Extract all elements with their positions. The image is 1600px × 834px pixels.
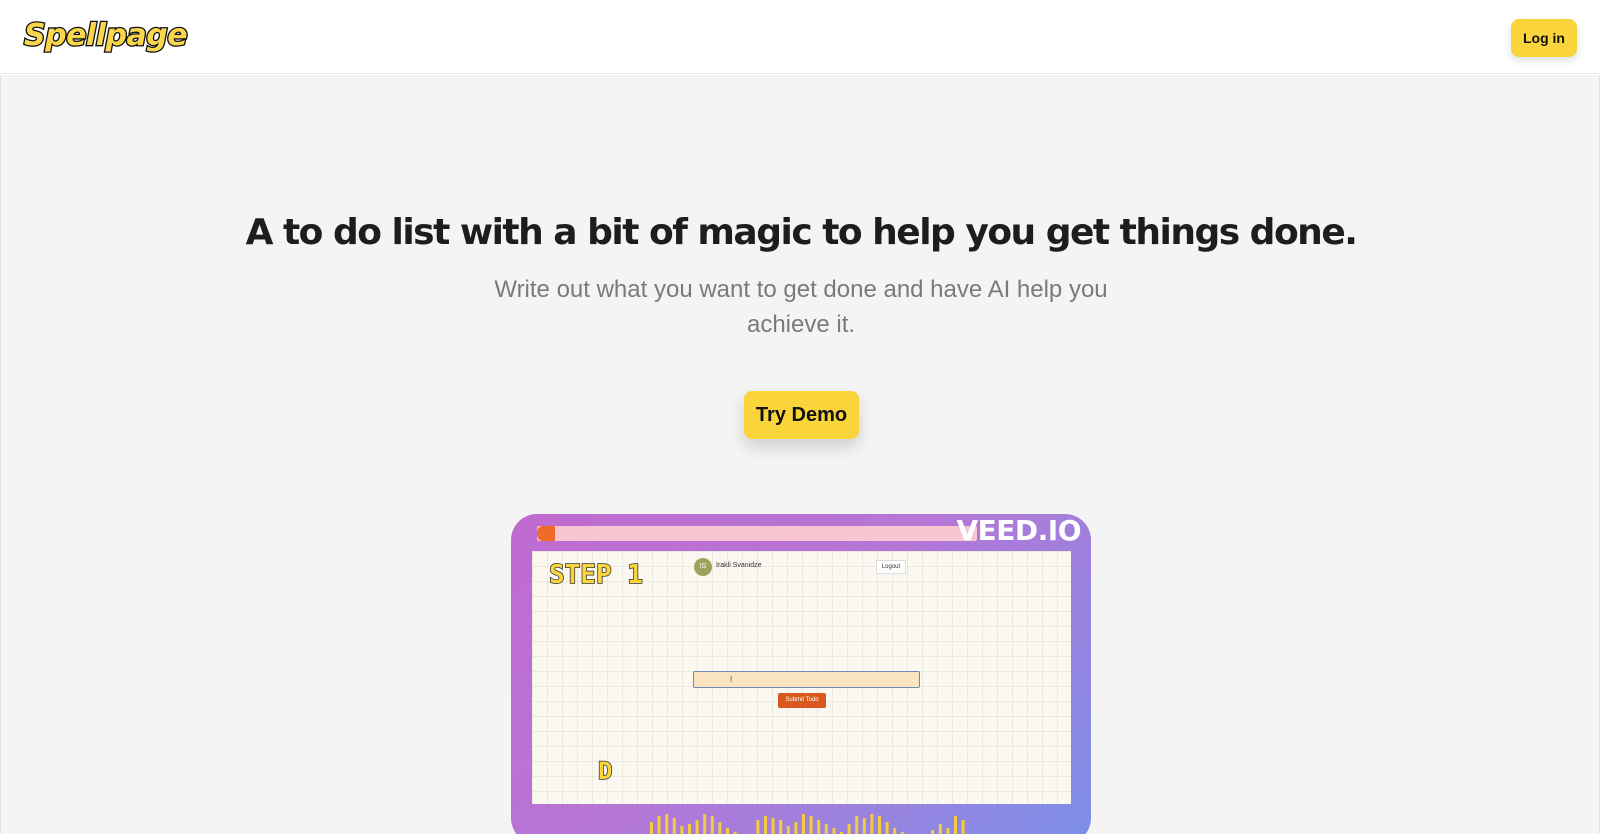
spellpage-logo[interactable]: Spellpage <box>23 17 189 55</box>
step-caption: STEP 1 <box>548 559 643 591</box>
waveform-bar <box>961 820 965 834</box>
demo-video[interactable]: VEED.IO STEP 1 IS Irakli Svanidze Logout… <box>511 514 1091 834</box>
waveform-bar <box>885 822 889 834</box>
waveform-bar <box>855 816 859 834</box>
waveform-bar <box>870 814 874 834</box>
submit-todo-button: Submit Todo <box>778 693 826 708</box>
avatar: IS <box>694 558 712 576</box>
veed-watermark: VEED.IO <box>956 514 1081 547</box>
try-demo-button[interactable]: Try Demo <box>744 391 859 439</box>
waveform-bar <box>710 816 714 834</box>
waveform-bar <box>695 820 699 834</box>
waveform-bar <box>946 828 950 834</box>
waveform-bar <box>786 826 790 834</box>
site-header: Spellpage Log in <box>0 0 1600 74</box>
waveform-bar <box>954 816 957 834</box>
hero-subheadline: Write out what you want to get done and … <box>494 276 1108 338</box>
waveform-bar <box>657 816 661 834</box>
login-button[interactable]: Log in <box>1511 19 1577 57</box>
waveform-bar <box>862 818 866 834</box>
logout-button: Logout <box>876 560 906 574</box>
video-app-screen: STEP 1 IS Irakli Svanidze Logout I Submi… <box>532 551 1071 804</box>
waveform-bar <box>650 822 653 834</box>
waveform-bar <box>802 814 805 834</box>
waveform-bar <box>779 820 783 834</box>
video-progress-bar[interactable] <box>537 526 977 541</box>
waveform-bar <box>718 822 722 834</box>
waveform-bar <box>847 824 851 834</box>
waveform-bar <box>893 828 897 834</box>
waveform-bar <box>665 814 669 834</box>
video-progress-fill <box>537 526 555 541</box>
waveform-bar <box>771 818 775 834</box>
waveform-bar <box>931 830 935 834</box>
todo-input-value: I <box>730 675 733 684</box>
waveform-bar <box>794 822 798 834</box>
waveform-bar <box>832 828 836 834</box>
hero-section: A to do list with a bit of magic to help… <box>0 75 1600 834</box>
user-name: Irakli Svanidze <box>716 562 762 569</box>
waveform-bar <box>672 818 676 834</box>
waveform-bar <box>764 816 767 834</box>
waveform-bar <box>809 816 813 834</box>
waveform-bar <box>726 828 729 834</box>
waveform-bar <box>680 826 684 834</box>
waveform-bar <box>756 820 760 834</box>
waveform-bar <box>688 824 691 834</box>
waveform-bar <box>878 816 881 834</box>
waveform-bar <box>938 824 942 834</box>
waveform-bar <box>703 814 707 834</box>
audio-waveform <box>650 814 965 834</box>
hero-headline: A to do list with a bit of magic to help… <box>245 212 1358 253</box>
waveform-bar <box>817 820 821 834</box>
waveform-bar <box>824 824 828 834</box>
subtitle-caption: D <box>597 756 613 786</box>
todo-input: I <box>693 671 920 688</box>
